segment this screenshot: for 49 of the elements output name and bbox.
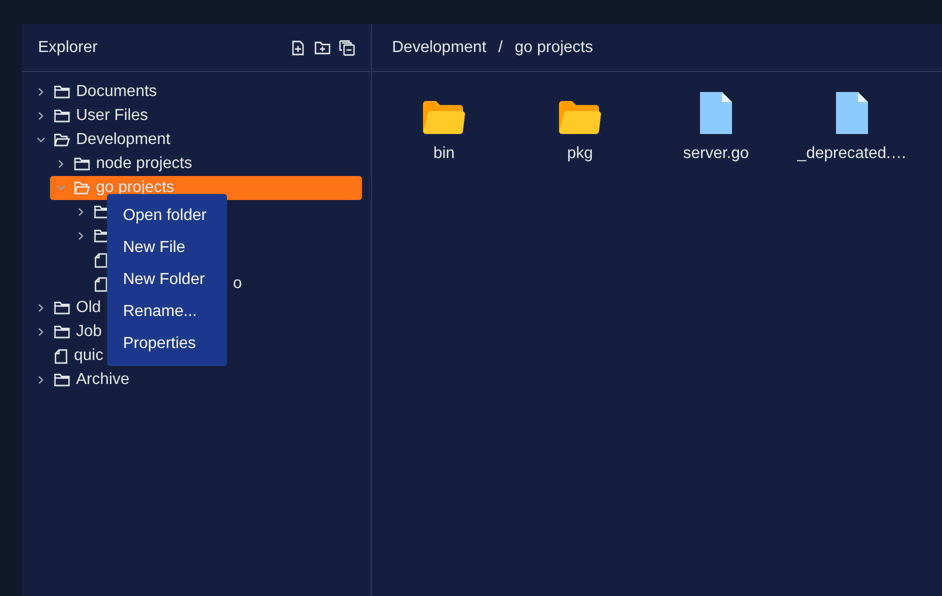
folder-icon (54, 109, 70, 123)
menu-item[interactable]: Open folder (107, 200, 227, 232)
breadcrumb-item[interactable]: go projects (514, 36, 593, 60)
menu-item[interactable]: New Folder (107, 264, 227, 296)
folder-icon (54, 325, 70, 339)
folder-icon (559, 101, 601, 134)
folder-icon (54, 85, 70, 99)
file-icon (700, 92, 732, 134)
grid-item[interactable]: pkg (512, 92, 648, 166)
file-icon (94, 276, 108, 292)
tree-item[interactable]: Old (36, 296, 101, 320)
tree-item[interactable]: User Files (36, 104, 148, 128)
file-icon (54, 348, 68, 364)
folder-icon (423, 101, 465, 134)
folder-icon (54, 373, 70, 387)
chevron-icon[interactable] (36, 87, 46, 97)
open-folder-icon (54, 133, 70, 147)
menu-item[interactable]: Rename... (107, 296, 227, 328)
open-folder-icon (74, 181, 90, 195)
new-folder-icon[interactable] (314, 40, 331, 56)
grid-item[interactable]: bin (376, 92, 512, 166)
folder-icon (74, 157, 90, 171)
menu-item[interactable]: New File (107, 232, 227, 264)
tree-item[interactable]: node projects (56, 152, 192, 176)
tree-item[interactable]: quic (36, 344, 104, 368)
grid-item[interactable]: server.go (648, 92, 784, 166)
new-file-icon[interactable] (290, 40, 306, 56)
file-icon (836, 92, 868, 134)
folder-icon (54, 301, 70, 315)
tree-item[interactable]: Documents (36, 80, 157, 104)
chevron-icon[interactable] (36, 327, 46, 337)
file-icon (94, 252, 108, 268)
chevron-icon[interactable] (76, 207, 86, 217)
chevron-icon[interactable] (36, 111, 46, 121)
menu-item[interactable]: Properties (107, 328, 227, 360)
grid-item[interactable]: _deprecated.… (784, 92, 920, 166)
collapse-all-icon[interactable] (339, 40, 355, 56)
chevron-icon[interactable] (36, 375, 46, 385)
tree-item[interactable]: Archive (36, 368, 130, 392)
panel-title: Explorer (38, 38, 98, 58)
breadcrumb-separator: / (498, 38, 503, 58)
chevron-icon[interactable] (56, 159, 66, 169)
breadcrumb-item[interactable]: Development (392, 36, 486, 60)
tree-item[interactable]: Development (36, 128, 170, 152)
chevron-icon[interactable] (36, 303, 46, 313)
chevron-icon[interactable] (36, 135, 46, 145)
tree-item[interactable]: Job (36, 320, 102, 344)
chevron-icon[interactable] (76, 231, 86, 241)
tree-item-label: o (233, 274, 242, 294)
